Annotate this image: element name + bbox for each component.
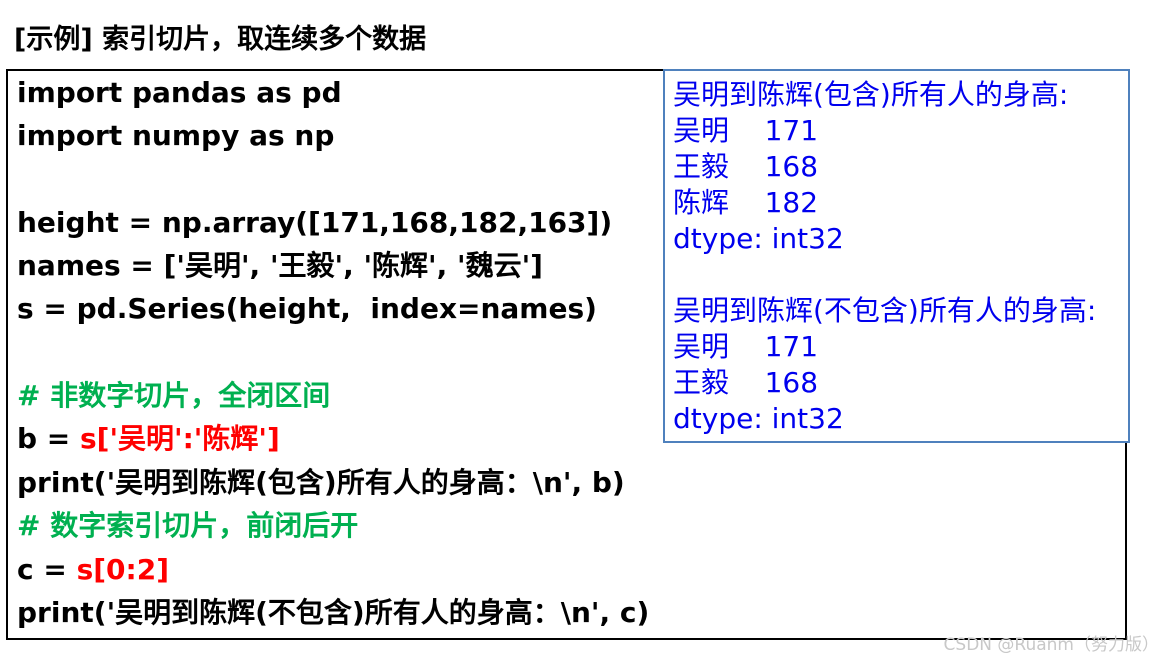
- code-b-slice-expr: s['吴明':'陈辉']: [80, 422, 280, 455]
- code-line-series: s = pd.Series(height, index=names): [17, 292, 597, 325]
- code-line-c: c = s[0:2]: [17, 550, 169, 590]
- code-b-prefix: b =: [17, 422, 80, 455]
- code-line-print-b: print('吴明到陈辉(包含)所有人的身高：\n', b): [17, 466, 625, 499]
- output-header-exclusive: 吴明到陈辉(不包含)所有人的身高:: [673, 294, 1097, 327]
- code-line-b: b = s['吴明':'陈辉']: [17, 419, 280, 459]
- output-row: 吴明 171: [673, 114, 819, 147]
- code-line-import-numpy: import numpy as np: [17, 119, 335, 152]
- code-line-print-c: print('吴明到陈辉(不包含)所有人的身高：\n', c): [17, 596, 650, 629]
- watermark: CSDN @Ruanm（努力版）: [943, 635, 1159, 655]
- page-title: [示例] 索引切片，取连续多个数据: [14, 24, 427, 55]
- output-dtype: dtype: int32: [673, 222, 844, 255]
- output-panel: 吴明到陈辉(包含)所有人的身高: 吴明 171 王毅 168 陈辉 182 dt…: [663, 69, 1130, 443]
- output-row: 陈辉 182: [673, 186, 819, 219]
- output-row: 王毅 168: [673, 366, 819, 399]
- output-header-inclusive: 吴明到陈辉(包含)所有人的身高:: [673, 78, 1069, 111]
- output-row: 吴明 171: [673, 330, 819, 363]
- code-c-slice-expr: s[0:2]: [76, 553, 169, 586]
- output-dtype: dtype: int32: [673, 402, 844, 435]
- code-line-height: height = np.array([171,168,182,163]): [17, 206, 613, 239]
- code-comment-number-slice: # 数字索引切片，前闭后开: [17, 509, 359, 542]
- output-row: 王毅 168: [673, 150, 819, 183]
- code-line-names: names = ['吴明', '王毅', '陈辉', '魏云']: [17, 249, 543, 282]
- code-line-import-pandas: import pandas as pd: [17, 76, 342, 109]
- code-c-prefix: c =: [17, 553, 77, 586]
- code-comment-label-slice: # 非数字切片，全闭区间: [17, 379, 331, 412]
